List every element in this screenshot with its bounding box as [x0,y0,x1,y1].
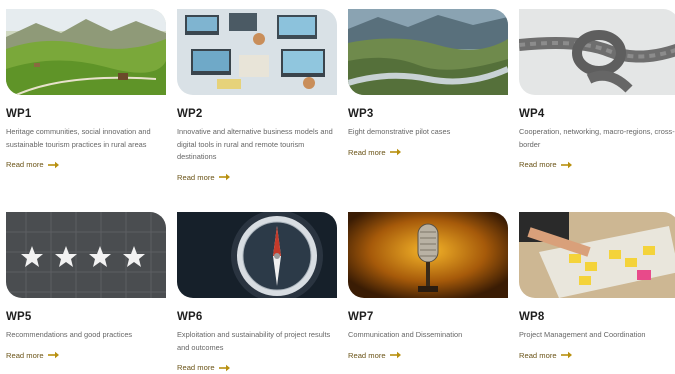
card-description: Heritage communities, social innovation … [6,127,151,149]
read-more-label: Read more [177,172,215,182]
card-description: Project Management and Coordination [519,330,646,339]
card-image-wp1[interactable] [6,9,166,95]
card-title: WP8 [519,311,545,323]
read-more-link[interactable]: Read more [348,148,508,157]
read-more-link[interactable]: Read more [519,351,675,360]
card-description: Communication and Dissemination [348,330,463,339]
card-wp8: WP8 Project Management and Coordination … [519,212,675,360]
card-wp7: WP7 Communication and Dissemination Read… [348,212,508,360]
card-description: Innovative and alternative business mode… [177,127,333,161]
read-more-label: Read more [6,350,44,360]
card-title: WP5 [6,311,32,323]
read-more-link[interactable]: Read more [177,363,337,372]
arrow-right-icon [47,351,59,359]
card-description: Recommendations and good practices [6,330,133,339]
read-more-label: Read more [6,160,44,169]
card-image-wp6[interactable] [177,212,337,298]
arrow-right-icon [47,161,59,168]
card-wp3: WP3 Eight demonstrative pilot cases Read… [348,9,508,157]
arrow-right-icon [560,161,572,168]
card-title: WP7 [348,311,374,323]
card-image-wp7[interactable] [348,212,508,298]
card-image-wp4[interactable] [519,9,675,95]
read-more-link[interactable]: Read more [6,351,166,360]
read-more-link[interactable]: Read more [177,173,337,182]
card-title: WP2 [177,108,203,120]
arrow-right-icon [218,173,230,181]
card-title: WP6 [177,311,203,323]
read-more-label: Read more [177,363,215,372]
read-more-label: Read more [348,147,386,157]
read-more-link[interactable]: Read more [6,160,166,169]
card-wp4: WP4 Cooperation, networking, macro-regio… [519,9,675,169]
card-image-wp3[interactable] [348,9,508,95]
arrow-right-icon [560,351,572,359]
card-wp5: WP5 Recommendations and good practices R… [6,212,166,360]
arrow-right-icon [389,351,401,359]
card-title: WP4 [519,108,545,120]
read-more-label: Read more [519,160,557,169]
card-description: Cooperation, networking, macro-regions, … [519,127,675,149]
card-image-wp8[interactable] [519,212,675,298]
card-image-wp2[interactable] [177,9,337,95]
read-more-link[interactable]: Read more [348,351,508,360]
card-title: WP3 [348,108,374,120]
read-more-link[interactable]: Read more [519,160,675,169]
card-description: Eight demonstrative pilot cases [348,127,451,136]
card-title: WP1 [6,108,32,120]
card-wp2: WP2 Innovative and alternative business … [177,9,337,182]
arrow-right-icon [389,148,401,156]
read-more-label: Read more [348,350,386,360]
card-image-wp5[interactable] [6,212,166,298]
card-wp1: WP1 Heritage communities, social innovat… [6,9,166,169]
arrow-right-icon [218,364,230,371]
card-wp6: WP6 Exploitation and sustainability of p… [177,212,337,372]
read-more-label: Read more [519,350,557,360]
card-description: Exploitation and sustainability of proje… [177,330,331,352]
